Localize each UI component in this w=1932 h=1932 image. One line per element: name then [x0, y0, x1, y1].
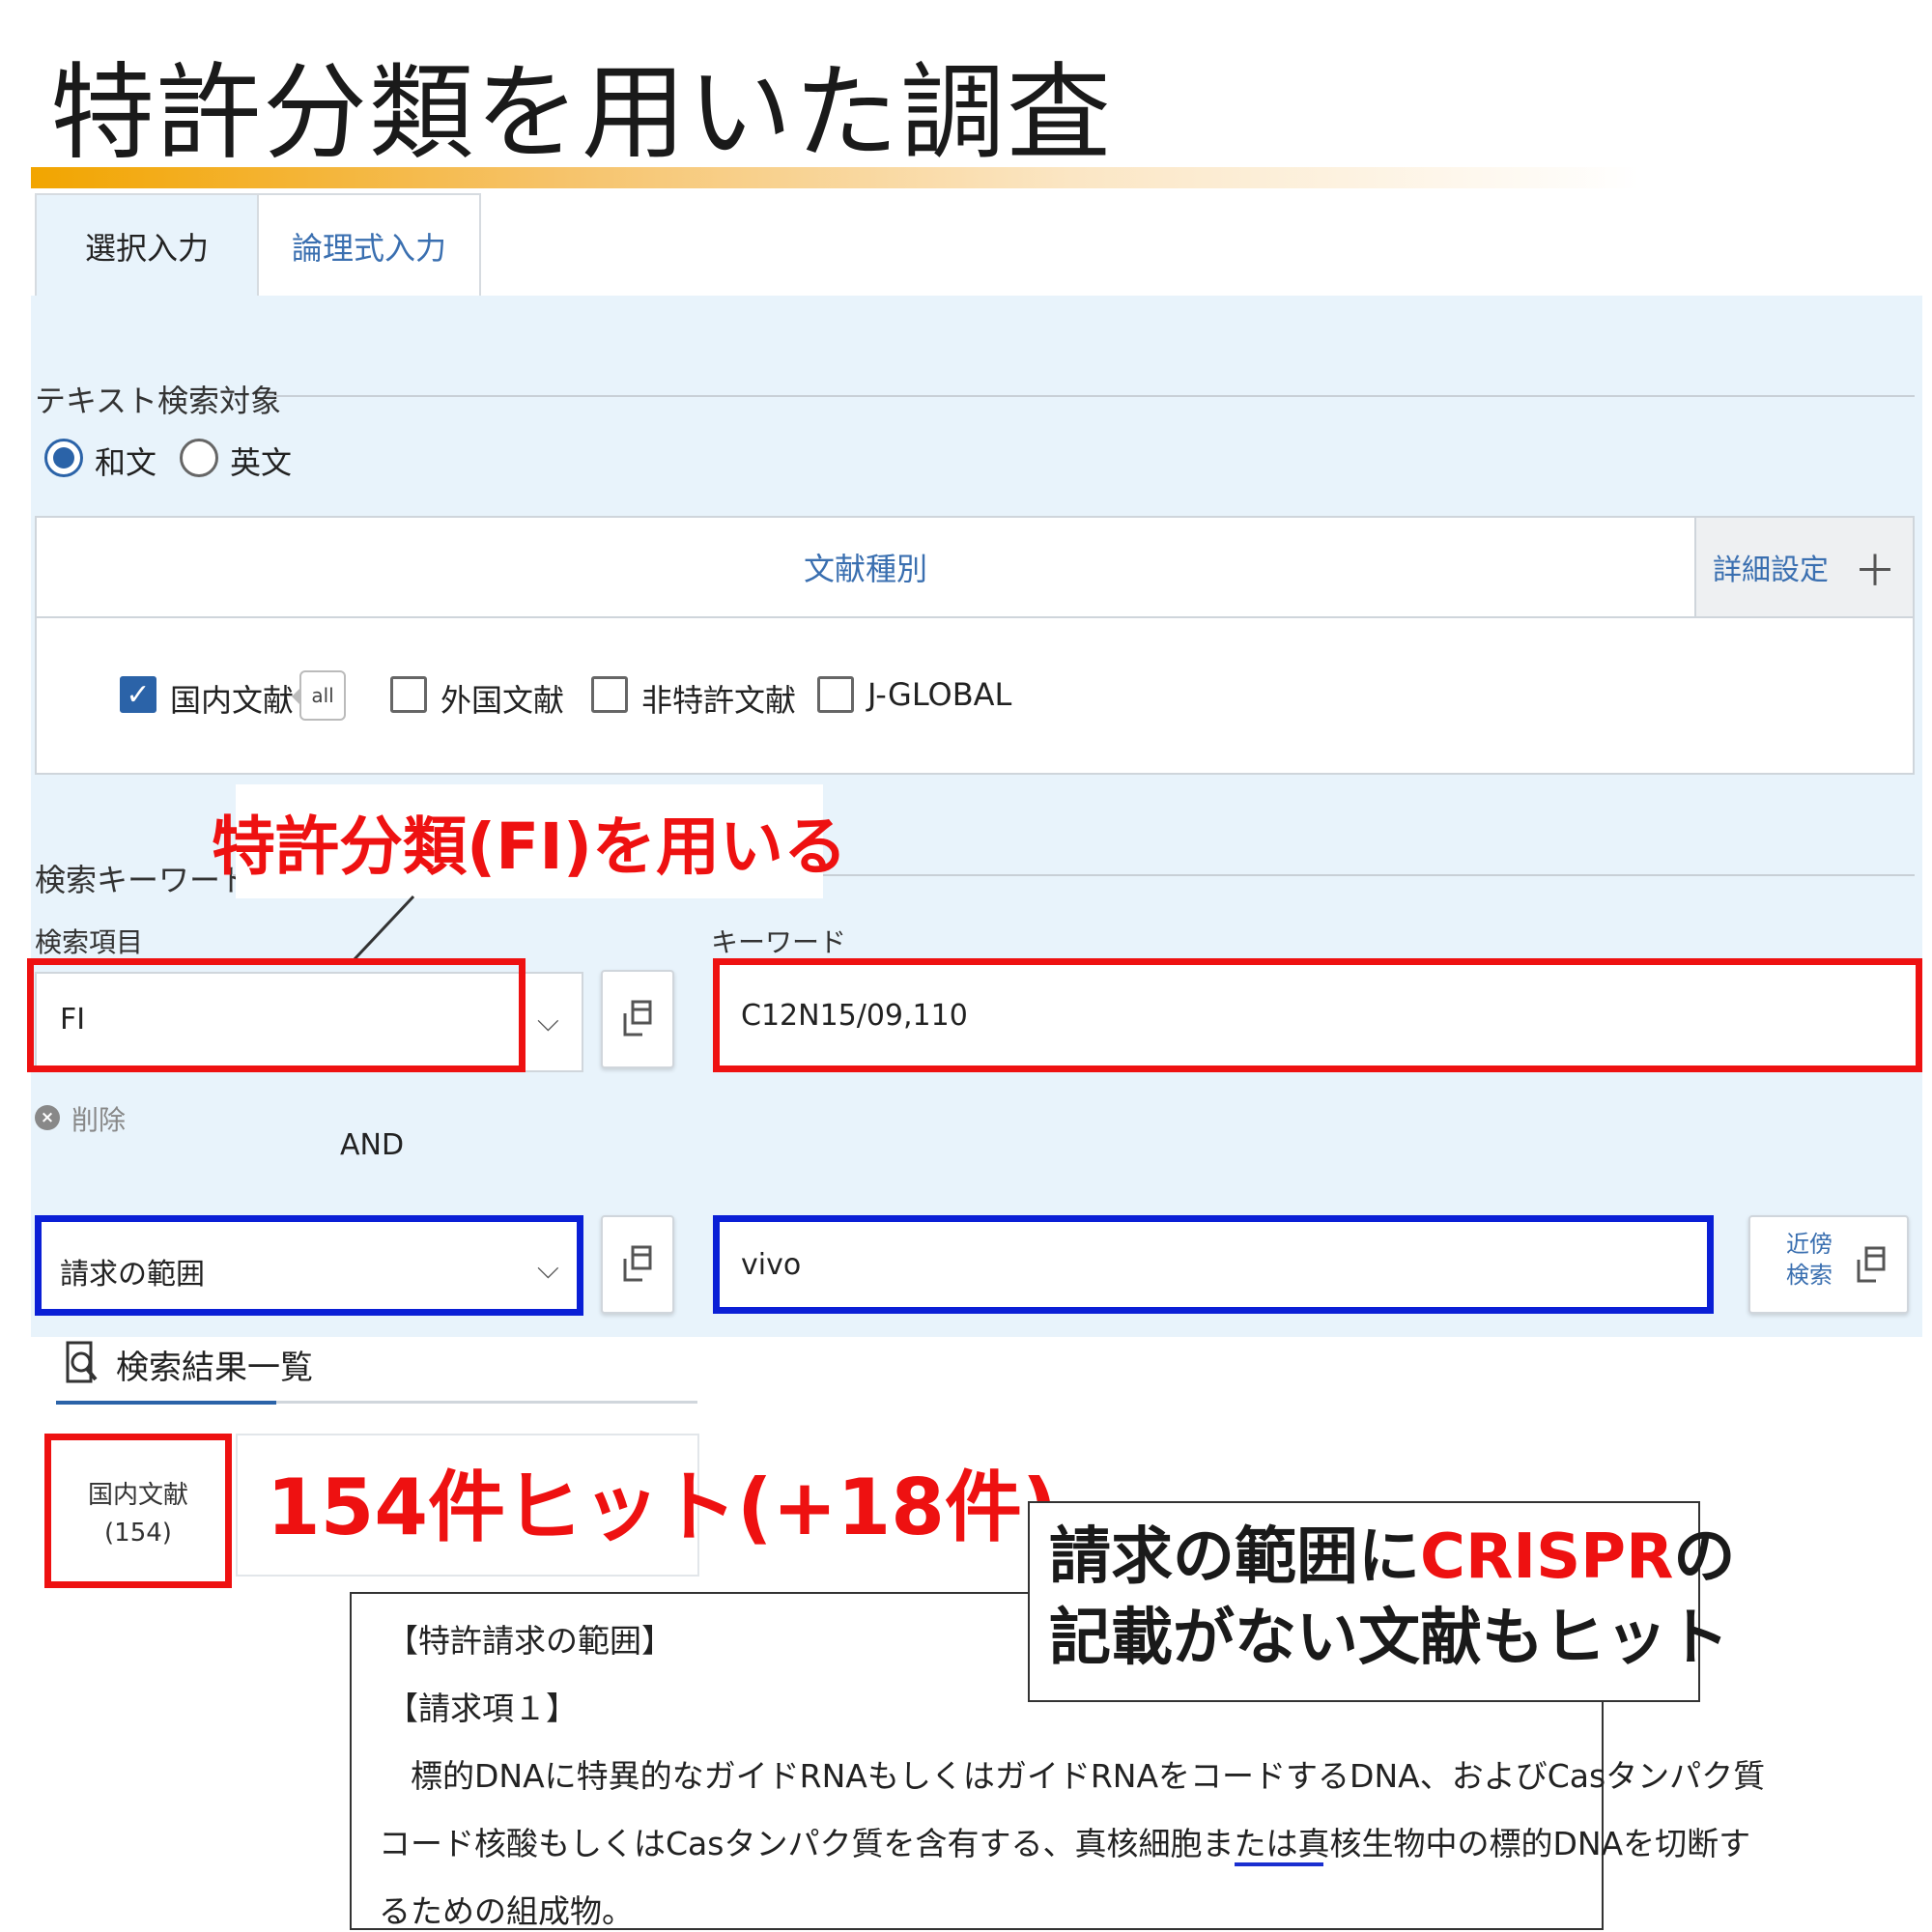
result-tab-count: (154): [104, 1518, 172, 1548]
claim-line: コード核酸もしくはCasタンパク質を含有する、真核細胞または真核生物中の標的DN…: [379, 1825, 1751, 1862]
note-callout-box: 請求の範囲にCRISPRの 記載がない文献もヒット: [1028, 1501, 1735, 1702]
copy-button-1[interactable]: [601, 970, 674, 1068]
near-search-label: 近傍 検索: [1774, 1229, 1845, 1291]
operator-label[interactable]: AND: [340, 1128, 404, 1162]
slide-title: 特許分類を用いた調査: [50, 53, 1114, 174]
note-highlight: CRISPR: [1420, 1521, 1674, 1593]
section-divider: [267, 395, 1915, 397]
search-results-icon: [66, 1341, 98, 1383]
detail-settings-label: 詳細設定: [1713, 554, 1829, 587]
check-icon: ✓: [126, 677, 151, 712]
search-results-heading: 検索結果一覧: [116, 1349, 313, 1387]
search-item-value-2: 請求の範囲: [60, 1258, 205, 1292]
detail-settings-button[interactable]: 詳細設定 ＋: [1694, 518, 1913, 618]
hits-annotation: 154件ヒット(+18件): [267, 1463, 1058, 1552]
checkbox-jglobal-label: J-GLOBAL: [867, 676, 1012, 713]
tab-select-input[interactable]: 選択入力: [35, 193, 259, 298]
text-target-heading: テキスト検索対象: [35, 383, 282, 419]
note-line-2: 記載がない文献もヒット: [1049, 1603, 1729, 1674]
claim-line: るための組成物。: [379, 1892, 634, 1930]
red-highlight-frame: [27, 958, 526, 1072]
checkbox-foreign-label: 外国文献: [440, 682, 565, 719]
copy-icon: [623, 1245, 652, 1282]
near-search-label-line1: 近傍: [1786, 1231, 1833, 1258]
fi-callout: 特許分類(FI)を用いる: [212, 784, 847, 898]
radio-english[interactable]: [180, 439, 218, 477]
checkbox-jglobal[interactable]: [817, 676, 854, 713]
checkbox-foreign[interactable]: [390, 676, 427, 713]
plus-icon: ＋: [1854, 547, 1896, 596]
claim-line: 【請求項１】: [386, 1690, 578, 1727]
checkbox-domestic[interactable]: ✓: [120, 676, 156, 713]
keyword-label: キーワード: [711, 926, 847, 958]
keyword-input-2[interactable]: vivo: [713, 1215, 1714, 1314]
callout-pointer-line: [352, 895, 415, 962]
delete-label[interactable]: 削除: [71, 1099, 126, 1138]
checkbox-domestic-label: 国内文献: [170, 682, 295, 719]
near-search-label-line2: 検索: [1786, 1262, 1833, 1289]
note-line-1-suffix: の: [1673, 1521, 1736, 1593]
document-type-header: 文献種別: [37, 518, 1694, 618]
claim-underline-mark: [1235, 1862, 1323, 1866]
copy-icon: [623, 1000, 652, 1037]
radio-english-label: 英文: [230, 444, 293, 481]
result-tab-domestic[interactable]: 国内文献 (154): [44, 1434, 232, 1588]
keyword-value-2: vivo: [741, 1247, 802, 1282]
title-underline: [31, 167, 1924, 188]
search-item-label: 検索項目: [35, 926, 144, 958]
results-divider-active: [56, 1401, 276, 1405]
copy-button-2[interactable]: [601, 1215, 674, 1314]
delete-icon[interactable]: ×: [35, 1105, 60, 1130]
copy-icon: [1857, 1246, 1886, 1283]
note-line-1-prefix: 請求の範囲に: [1049, 1521, 1420, 1593]
checkbox-nonpatent-label: 非特許文献: [641, 682, 797, 719]
tab-logic-input[interactable]: 論理式入力: [257, 193, 481, 298]
keyword-value-1: C12N15/09,110: [741, 998, 968, 1033]
all-badge[interactable]: all: [299, 670, 346, 721]
chevron-down-icon[interactable]: ⌵: [537, 1005, 559, 1038]
claim-line: 標的DNAに特異的なガイドRNAもしくはガイドRNAをコードするDNA、およびC…: [379, 1757, 1766, 1795]
checkbox-nonpatent[interactable]: [591, 676, 628, 713]
note-line-1: 請求の範囲にCRISPRの: [1049, 1517, 1735, 1598]
chevron-down-icon[interactable]: ⌵: [537, 1252, 559, 1286]
radio-japanese-label: 和文: [95, 444, 157, 481]
search-item-value-1: FI: [60, 1003, 86, 1037]
result-tab-name: 国内文献: [87, 1480, 188, 1510]
radio-japanese[interactable]: [44, 439, 83, 477]
keyword-input-1[interactable]: C12N15/09,110: [713, 958, 1922, 1072]
claim-line: 【特許請求の範囲】: [386, 1622, 673, 1660]
